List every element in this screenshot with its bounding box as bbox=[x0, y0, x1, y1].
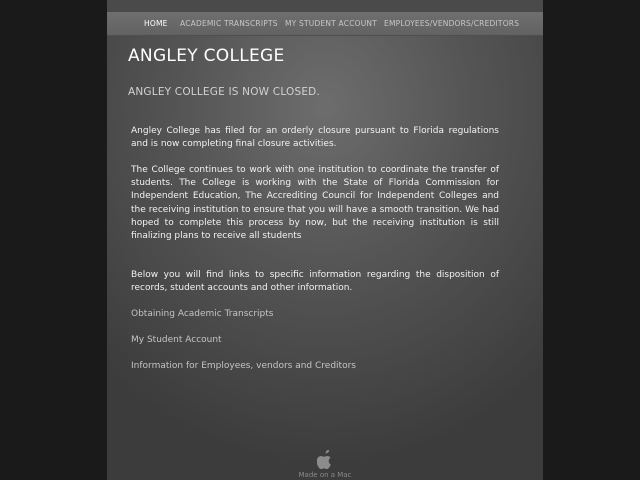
link-obtaining-academic-transcripts[interactable]: Obtaining Academic Transcripts bbox=[131, 309, 273, 319]
top-navigation: HOME ACADEMIC TRANSCRIPTS MY STUDENT ACC… bbox=[107, 12, 543, 36]
nav-item-academic-transcripts[interactable]: ACADEMIC TRANSCRIPTS bbox=[180, 19, 278, 28]
top-strip bbox=[107, 0, 543, 12]
closed-heading: ANGLEY COLLEGE IS NOW CLOSED. bbox=[128, 86, 320, 98]
closure-paragraph: Angley College has filed for an orderly … bbox=[131, 126, 499, 150]
footer: Made on a Mac bbox=[107, 450, 543, 479]
link-employees-vendors-creditors[interactable]: Information for Employees, vendors and C… bbox=[131, 361, 356, 371]
transfer-paragraph: The College continues to work with one i… bbox=[131, 165, 499, 242]
nav-item-my-student-account[interactable]: MY STUDENT ACCOUNT bbox=[285, 19, 377, 28]
apple-icon[interactable] bbox=[317, 450, 333, 470]
page-panel: HOME ACADEMIC TRANSCRIPTS MY STUDENT ACC… bbox=[107, 0, 543, 480]
links-intro-paragraph: Below you will find links to specific in… bbox=[131, 270, 499, 294]
nav-item-employees-vendors-creditors[interactable]: EMPLOYEES/VENDORS/CREDITORS bbox=[384, 19, 519, 28]
link-my-student-account[interactable]: My Student Account bbox=[131, 335, 222, 345]
footer-text: Made on a Mac bbox=[298, 471, 352, 479]
site-title: ANGLEY COLLEGE bbox=[128, 46, 285, 66]
nav-item-home[interactable]: HOME bbox=[144, 19, 168, 28]
